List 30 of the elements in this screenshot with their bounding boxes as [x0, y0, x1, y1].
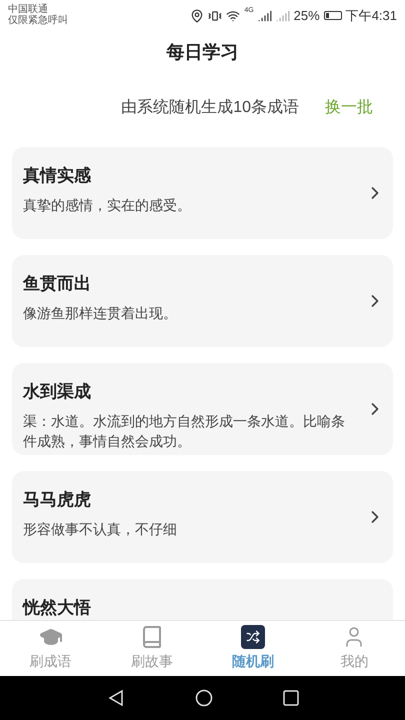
- carrier-note: 仅限紧急呼叫: [8, 15, 68, 26]
- battery-text: 25%: [294, 7, 320, 25]
- signal-icon: [258, 8, 272, 23]
- wifi-icon: [226, 8, 240, 23]
- idiom-meaning: 渠：水道。水流到的地方自然形成一条水道。比喻条件成熟，事情自然会成功。: [23, 412, 346, 450]
- idiom-title: 水到渠成: [23, 381, 92, 403]
- idiom-title: 鱼贯而出: [23, 273, 92, 295]
- page-title: 每日学习: [166, 40, 238, 64]
- recents-icon[interactable]: [282, 690, 298, 706]
- idiom-title: 真情实感: [23, 165, 92, 187]
- idiom-card[interactable]: 恍然大悟: [12, 579, 393, 620]
- idiom-meaning: 形容做事不认真，不仔细: [23, 520, 178, 538]
- location-icon: [190, 8, 204, 23]
- shuffle-icon: [241, 625, 266, 649]
- clock-text: 下午4:31: [346, 7, 397, 25]
- idiom-card[interactable]: 马马虎虎 形容做事不认真，不仔细: [12, 471, 393, 563]
- subtitle-text: 由系统随机生成10条成语: [121, 98, 299, 118]
- idiom-meaning: 真挚的感情，实在的感受。: [23, 196, 192, 214]
- back-icon[interactable]: [106, 689, 124, 707]
- idiom-meaning: 像游鱼那样连贯着出现。: [23, 304, 178, 322]
- signal-icon: [276, 8, 290, 23]
- idiom-card[interactable]: 鱼贯而出 像游鱼那样连贯着出现。: [12, 255, 393, 347]
- idiom-title: 马马虎虎: [23, 489, 92, 511]
- idiom-title: 恍然大悟: [23, 597, 92, 619]
- carrier-text: 中国联通: [8, 4, 48, 15]
- vibrate-icon: [208, 8, 222, 23]
- idiom-card[interactable]: 水到渠成 渠：水道。水流到的地方自然形成一条水道。比喻条件成熟，事情自然会成功。: [12, 363, 393, 455]
- idiom-card[interactable]: 真情实感 真挚的感情，实在的感受。: [12, 147, 393, 239]
- battery-icon: [324, 11, 342, 20]
- home-icon[interactable]: [194, 689, 212, 707]
